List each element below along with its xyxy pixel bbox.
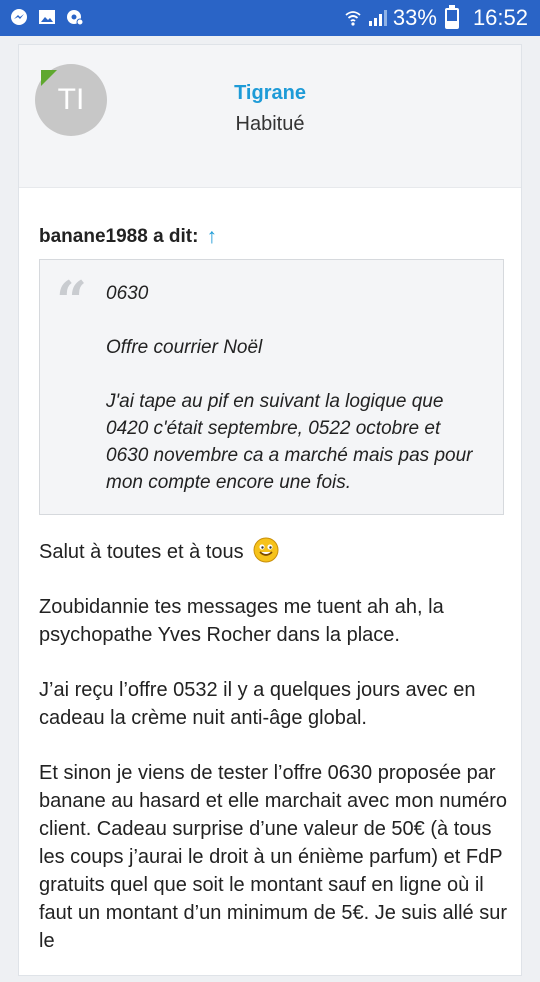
username[interactable]: Tigrane	[19, 82, 521, 105]
post-body: Salut à toutes et à tous Zoubidannie tes…	[39, 537, 509, 982]
wifi-icon	[345, 11, 361, 26]
smiley-icon	[253, 537, 279, 563]
post-greeting: Salut à toutes et à tous	[39, 541, 244, 563]
user-title: Habitué	[235, 113, 305, 135]
battery-icon	[444, 4, 459, 29]
signal-icon	[368, 10, 387, 26]
quote-mark-icon: “	[56, 269, 88, 333]
post-greeting-line: Salut à toutes et à tous	[39, 537, 509, 566]
clock: 16:52	[472, 5, 528, 30]
notification-icons	[10, 8, 84, 26]
post-paragraph: Zoubidannie tes messages me tuent ah ah,…	[39, 596, 444, 646]
battery-percent: 33%	[392, 5, 437, 30]
status-right: 33% 16:52	[345, 4, 528, 31]
quote-paragraph: Offre courrier Noël	[106, 337, 263, 358]
quote-block: “ 0630 Offre courrier Noël J'ai tape au …	[39, 259, 504, 515]
quote-paragraph: J'ai tape au pif en suivant la logique q…	[106, 391, 473, 493]
quote-author-line: banane1988 a dit: ↑	[39, 225, 217, 249]
quote-author: banane1988 a dit:	[39, 226, 199, 247]
quote-paragraph: 0630	[106, 283, 149, 304]
user-header: TI Tigrane Habitué	[19, 45, 521, 188]
settings-notification-icon	[67, 10, 84, 26]
messenger-icon	[11, 9, 27, 25]
battery-level	[446, 20, 457, 27]
post-paragraph: Et sinon je viens de tester l’offre 0630…	[39, 762, 508, 952]
status-bar: 33% 16:52	[0, 0, 540, 36]
jump-to-quote-arrow-icon[interactable]: ↑	[206, 225, 217, 249]
post-paragraph: J’ai reçu l’offre 0532 il y a quelques j…	[39, 679, 476, 729]
quote-text: 0630 Offre courrier Noël J'ai tape au pi…	[106, 280, 486, 496]
gallery-icon	[39, 10, 55, 24]
post-card: TI Tigrane Habitué banane1988 a dit: ↑ “…	[18, 44, 522, 976]
